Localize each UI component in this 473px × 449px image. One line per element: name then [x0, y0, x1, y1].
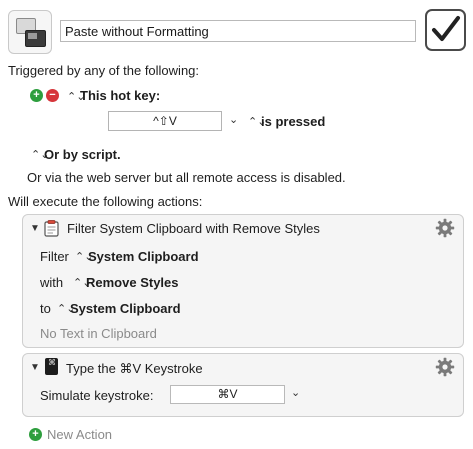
keystroke-field[interactable]: ⌘V [170, 385, 285, 404]
hotkey-field[interactable]: ^⇧V [108, 111, 222, 131]
simulate-keystroke-label: Simulate keystroke: [40, 388, 154, 403]
filter-type-select[interactable]: Remove Styles [86, 275, 179, 290]
macro-name-field[interactable]: Paste without Formatting [60, 20, 416, 42]
gear-icon[interactable] [435, 357, 455, 377]
clipboard-icon [44, 220, 59, 237]
actions-heading: Will execute the following actions: [8, 194, 203, 209]
macro-icon[interactable] [8, 10, 52, 54]
remove-trigger-button[interactable]: − [46, 89, 59, 102]
add-trigger-button[interactable]: + [30, 89, 43, 102]
filter-source-select[interactable]: System Clipboard [88, 249, 199, 264]
with-label: with [40, 275, 64, 290]
script-trigger-label[interactable]: Or by script. [44, 147, 121, 162]
window-front-shape [25, 30, 46, 47]
keystroke-icon: ⌘ [45, 358, 58, 375]
checkmark-icon [432, 16, 460, 41]
macro-enabled-checkbox[interactable] [425, 9, 466, 51]
action-title: Filter System Clipboard with Remove Styl… [67, 221, 320, 236]
add-action-icon[interactable]: + [29, 428, 42, 441]
filter-label: Filter [40, 249, 69, 264]
to-label: to [40, 301, 51, 316]
triggers-heading: Triggered by any of the following: [8, 63, 200, 78]
keystroke-dropdown-chevron-icon[interactable]: ⌄ [291, 386, 300, 399]
hotkey-trigger-label: This hot key: [80, 88, 161, 103]
new-action-button[interactable]: New Action [47, 427, 112, 442]
disclosure-triangle-icon[interactable]: ▼ [30, 362, 40, 373]
clipboard-status: No Text in Clipboard [40, 326, 157, 341]
filter-destination-select[interactable]: System Clipboard [70, 301, 181, 316]
hotkey-dropdown-chevron-icon[interactable]: ⌄ [229, 113, 238, 126]
disclosure-triangle-icon[interactable]: ▼ [30, 223, 40, 234]
hotkey-state-select[interactable]: is pressed [261, 114, 325, 129]
gear-icon[interactable] [435, 218, 455, 238]
action-title: Type the ⌘V Keystroke [66, 361, 203, 376]
web-server-note: Or via the web server but all remote acc… [27, 170, 346, 185]
